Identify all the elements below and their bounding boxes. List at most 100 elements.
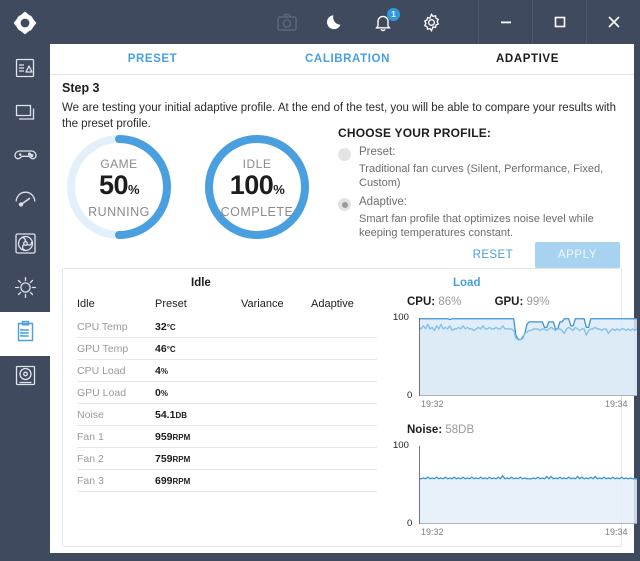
game-gauge-bottom-label: RUNNING — [88, 205, 150, 219]
row-label: Noise — [77, 403, 155, 426]
load-chart-xtick-start: 19:32 — [421, 399, 444, 409]
monitor-icon — [13, 100, 37, 129]
idle-gauge-unit: % — [273, 182, 285, 197]
noise-chart-ymax-label: 100 — [393, 440, 409, 451]
minimize-button[interactable] — [478, 0, 532, 44]
sidebar-item-fan[interactable] — [0, 224, 50, 268]
row-preset-value: 699RPM — [155, 469, 241, 492]
column-header-variance: Variance — [241, 298, 284, 310]
row-adaptive-value — [311, 316, 377, 338]
adaptive-label: Adaptive: — [359, 196, 407, 208]
table-row: GPU Temp 46°C — [77, 337, 377, 360]
apply-button[interactable]: APPLY — [535, 242, 620, 268]
table-row: GPU Load 0% — [77, 381, 377, 404]
row-label: GPU Load — [77, 381, 155, 404]
sidebar-item-storage[interactable] — [0, 356, 50, 400]
chart-area-cpu — [419, 324, 637, 396]
row-variance-value — [241, 359, 311, 382]
row-variance-value — [241, 447, 311, 470]
row-label: CPU Temp — [77, 316, 155, 338]
game-gauge-top-label: GAME — [100, 157, 138, 171]
row-preset-value: 54.1DB — [155, 403, 241, 426]
sidebar — [0, 44, 50, 561]
load-chart-plot — [418, 318, 638, 397]
tab-preset[interactable]: PRESET — [50, 53, 255, 65]
sidebar-item-performance[interactable] — [0, 180, 50, 224]
row-variance-value — [241, 337, 311, 360]
idle-gauge-top-label: IDLE — [242, 157, 272, 171]
tab-adaptive[interactable]: ADAPTIVE — [440, 53, 615, 65]
chart-area-noise — [419, 475, 637, 524]
idle-gauge-value: 100% — [202, 170, 312, 201]
idle-gauge: IDLE 100% COMPLETE — [202, 132, 312, 242]
sidebar-item-display[interactable] — [0, 92, 50, 136]
noise-chart-ymin-label: 0 — [407, 518, 413, 529]
sidebar-item-system-info[interactable] — [0, 48, 50, 92]
bell-icon[interactable]: 1 — [372, 8, 400, 33]
profile-heading: CHOOSE YOUR PROFILE: — [338, 126, 492, 140]
idle-gauge-bottom-label: COMPLETE — [220, 205, 294, 219]
preset-label: Preset: — [359, 146, 396, 158]
system-info-icon — [13, 56, 37, 85]
clipboard-icon — [13, 319, 38, 349]
row-preset-value: 4% — [155, 359, 241, 382]
game-gauge-value: 50% — [64, 170, 174, 201]
load-chart-legend: CPU: 86% GPU: 99% — [407, 296, 580, 308]
close-button[interactable] — [586, 0, 640, 44]
table-row: CPU Load 4% — [77, 359, 377, 382]
cpu-legend-value: 86% — [438, 296, 462, 308]
maximize-button[interactable] — [532, 0, 586, 44]
row-label: GPU Temp — [77, 337, 155, 360]
tab-calibration[interactable]: CALIBRATION — [255, 53, 440, 65]
hexagon-logo-icon — [10, 8, 40, 38]
noise-legend-value: 58DB — [445, 424, 475, 436]
noise-chart: Noise: 58DB 100 0 19:32 19:34 — [393, 424, 640, 549]
main-content: PRESET CALIBRATION ADAPTIVE Step 3 We ar… — [50, 44, 638, 553]
idle-section-title: Idle — [191, 277, 211, 289]
application-window: 1 PRESET CALIBRATION ADAPTIVE Step 3 We … — [0, 0, 640, 561]
sidebar-item-report[interactable] — [0, 312, 50, 356]
row-label: CPU Load — [77, 359, 155, 382]
profile-option-preset[interactable]: Preset: — [338, 146, 618, 161]
row-preset-value: 46°C — [155, 337, 241, 360]
row-adaptive-value — [311, 403, 377, 426]
noise-chart-xtick-end: 19:34 — [605, 527, 628, 537]
gamepad-icon — [13, 143, 38, 173]
row-adaptive-value — [311, 469, 377, 492]
load-chart-xtick-end: 19:34 — [605, 399, 628, 409]
sidebar-item-brightness[interactable] — [0, 268, 50, 312]
titlebar-icon-group: 1 — [276, 0, 442, 44]
row-adaptive-value — [311, 381, 377, 404]
fan-icon — [13, 231, 38, 261]
preset-radio[interactable] — [338, 148, 351, 161]
gauge-icon — [13, 187, 38, 217]
step-title: Step 3 — [62, 81, 100, 95]
cpu-legend-label: CPU: — [407, 296, 436, 308]
gear-icon[interactable] — [420, 11, 442, 33]
load-chart: CPU: 86% GPU: 99% 100 0 19:32 19:34 — [393, 296, 640, 421]
adaptive-description: Smart fan profile that optimizes noise l… — [359, 213, 594, 239]
reset-button[interactable]: RESET — [465, 243, 521, 267]
noise-legend-label: Noise: — [407, 424, 443, 436]
row-variance-value — [241, 381, 311, 404]
stats-table: Idle Preset Variance Adaptive CPU Temp 32… — [77, 296, 377, 492]
profile-option-adaptive[interactable]: Adaptive: — [338, 196, 618, 211]
table-row: Noise 54.1DB — [77, 403, 377, 426]
row-adaptive-value — [311, 359, 377, 382]
camera-icon[interactable] — [276, 11, 298, 33]
sidebar-item-gaming[interactable] — [0, 136, 50, 180]
row-label: Fan 3 — [77, 469, 155, 492]
sun-icon — [13, 275, 38, 305]
table-row: Fan 3 699RPM — [77, 469, 377, 492]
profile-chooser: CHOOSE YOUR PROFILE: Preset: Traditional… — [338, 126, 618, 246]
row-adaptive-value — [311, 447, 377, 470]
table-row: CPU Temp 32°C — [77, 316, 377, 338]
gpu-legend-label: GPU: — [494, 296, 524, 308]
moon-icon[interactable] — [324, 11, 346, 33]
adaptive-radio[interactable] — [338, 198, 351, 211]
row-adaptive-value — [311, 337, 377, 360]
disc-icon — [13, 363, 38, 393]
row-preset-value: 959RPM — [155, 425, 241, 448]
row-preset-value: 0% — [155, 381, 241, 404]
row-preset-value: 32°C — [155, 316, 241, 338]
